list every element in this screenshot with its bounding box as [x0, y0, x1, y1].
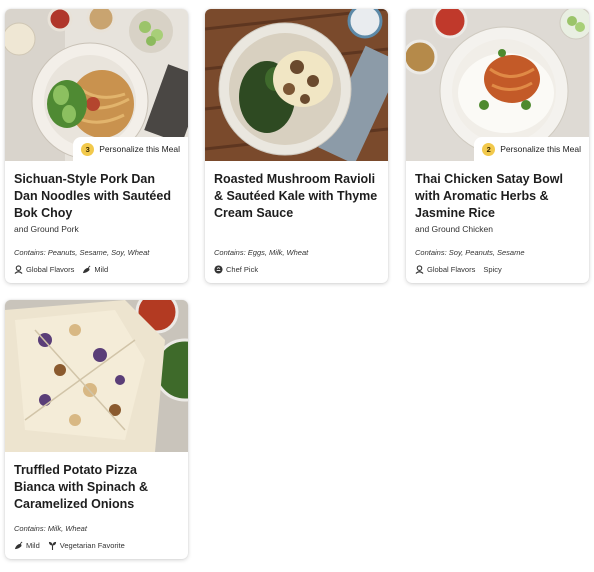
sprout-icon	[48, 541, 56, 550]
tag-mild: Mild	[14, 541, 40, 550]
tag-label: Global Flavors	[427, 265, 476, 274]
tag-label: Chef Pick	[226, 265, 259, 274]
tag-spicy: Spicy	[483, 265, 501, 274]
globe-person-icon	[14, 265, 23, 274]
personalize-count: 2	[482, 142, 496, 156]
meal-photo[interactable]: 3 Personalize this Meal	[5, 9, 188, 161]
tag-chef-pick: Chef Pick	[214, 265, 258, 274]
tag-vegetarian-favorite: Vegetarian Favorite	[48, 541, 125, 550]
personalize-label: Personalize this Meal	[99, 144, 180, 154]
globe-person-icon	[415, 265, 424, 274]
personalize-meal-badge[interactable]: 2 Personalize this Meal	[474, 137, 589, 161]
allergen-info: Contains: Soy, Peanuts, Sesame	[415, 248, 525, 257]
meal-title[interactable]: Thai Chicken Satay Bowl with Aromatic He…	[415, 171, 580, 222]
personalize-meal-badge[interactable]: 3 Personalize this Meal	[73, 137, 188, 161]
meal-tags: Mild Vegetarian Favorite	[14, 541, 125, 550]
tag-label: Mild	[94, 265, 109, 274]
meal-title[interactable]: Roasted Mushroom Ravioli & Sautéed Kale …	[214, 171, 379, 222]
meal-subtitle: and Ground Pork	[14, 224, 79, 234]
chili-pepper-icon	[83, 265, 91, 274]
tag-global-flavors: Global Flavors	[415, 265, 475, 274]
allergen-info: Contains: Peanuts, Sesame, Soy, Wheat	[14, 248, 150, 257]
tag-label: Global Flavors	[26, 265, 75, 274]
meal-title[interactable]: Sichuan-Style Pork Dan Dan Noodles with …	[14, 171, 179, 222]
tag-label: Spicy	[483, 265, 502, 274]
chef-badge-icon	[214, 265, 223, 274]
personalize-label: Personalize this Meal	[500, 144, 581, 154]
meal-photo[interactable]	[205, 9, 388, 161]
meal-card[interactable]: Truffled Potato Pizza Bianca with Spinac…	[5, 300, 188, 559]
chili-pepper-icon	[14, 541, 23, 550]
tag-label: Vegetarian Favorite	[59, 541, 125, 550]
tag-label: Mild	[26, 541, 40, 550]
meal-card[interactable]: 3 Personalize this Meal Sichuan-Style Po…	[5, 9, 188, 283]
tag-mild: Mild	[82, 265, 108, 274]
meal-subtitle: and Ground Chicken	[415, 224, 493, 234]
allergen-info: Contains: Eggs, Milk, Wheat	[214, 248, 309, 257]
meal-card[interactable]: Roasted Mushroom Ravioli & Sautéed Kale …	[205, 9, 388, 283]
meal-photo[interactable]	[5, 300, 188, 452]
personalize-count: 3	[81, 142, 95, 156]
meal-tags: Global Flavors Spicy	[415, 265, 502, 274]
meal-tags: Global Flavors Mild	[14, 265, 108, 274]
allergen-info: Contains: Milk, Wheat	[14, 524, 87, 533]
meal-photo[interactable]: 2 Personalize this Meal	[406, 9, 589, 161]
meal-title[interactable]: Truffled Potato Pizza Bianca with Spinac…	[14, 462, 179, 513]
tag-global-flavors: Global Flavors	[14, 265, 74, 274]
meal-tags: Chef Pick	[214, 265, 258, 274]
meal-card[interactable]: 2 Personalize this Meal Thai Chicken Sat…	[406, 9, 589, 283]
